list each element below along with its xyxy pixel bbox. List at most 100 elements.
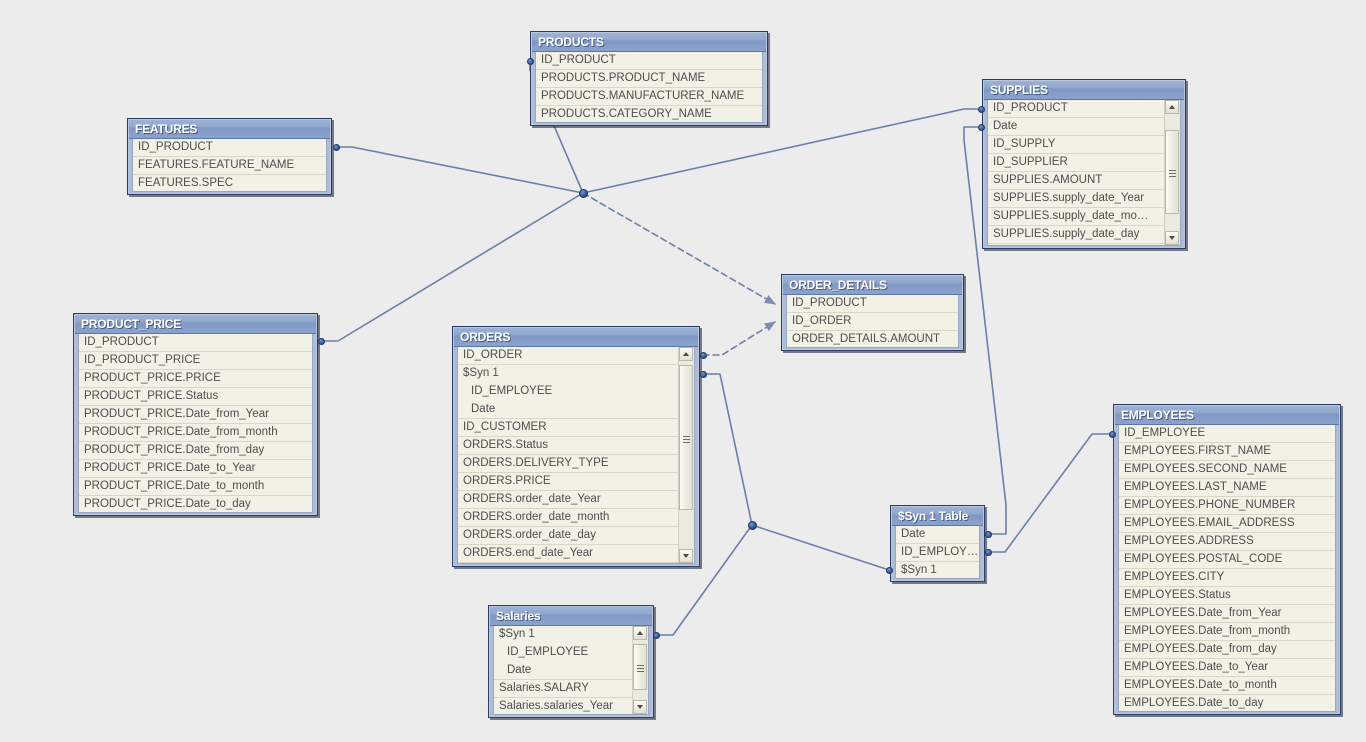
table-field-list[interactable]: ID_PRODUCT ID_ORDER ORDER_DETAILS.AMOUNT — [786, 295, 959, 348]
field-connector-dot[interactable] — [699, 370, 707, 378]
table-box-syn1table[interactable]: $Syn 1 Table Date ID_EMPLOY… $Syn 1 — [890, 505, 985, 582]
table-field-row[interactable]: EMPLOYEES.PHONE_NUMBER — [1119, 497, 1335, 515]
table-field-row[interactable]: ID_PRODUCT — [79, 334, 312, 352]
table-field-row[interactable]: Salaries.SALARY — [494, 680, 633, 698]
table-field-row[interactable]: Date — [458, 401, 679, 419]
table-field-row[interactable]: PRODUCT_PRICE.Status — [79, 388, 312, 406]
table-field-row[interactable]: ID_PRODUCT_PRICE — [79, 352, 312, 370]
table-field-row[interactable]: PRODUCTS.MANUFACTURER_NAME — [536, 88, 762, 106]
table-field-row[interactable]: ORDERS.end_date_Year — [458, 545, 679, 563]
scroll-up-arrow-icon[interactable] — [1165, 100, 1179, 114]
table-field-list[interactable]: Date ID_EMPLOY… $Syn 1 — [895, 526, 980, 579]
field-connector-dot[interactable] — [332, 143, 340, 151]
table-title[interactable]: Salaries — [490, 607, 652, 626]
table-title[interactable]: ORDERS — [454, 328, 698, 347]
table-field-row[interactable]: PRODUCTS.PRODUCT_NAME — [536, 70, 762, 88]
table-box-orders[interactable]: ORDERS ID_ORDER $Syn 1 ID_EMPLOYEE Date ID_CU… — [452, 326, 700, 567]
table-field-row[interactable]: FEATURES.SPEC — [133, 175, 326, 191]
table-field-row[interactable]: ID_CUSTOMER — [458, 419, 679, 437]
relationship-link[interactable] — [702, 373, 753, 526]
table-field-row[interactable]: $Syn 1 — [458, 365, 679, 383]
table-title[interactable]: PRODUCTS — [532, 33, 766, 52]
relationship-link[interactable] — [987, 433, 1113, 553]
field-connector-dot[interactable] — [699, 351, 707, 359]
table-field-row[interactable]: EMPLOYEES.FIRST_NAME — [1119, 443, 1335, 461]
table-box-order_details[interactable]: ORDER_DETAILS ID_PRODUCT ID_ORDER ORDER_DET… — [781, 274, 964, 351]
scrollbar-thumb[interactable] — [1165, 130, 1179, 214]
table-title[interactable]: $Syn 1 Table — [892, 507, 983, 526]
table-field-row[interactable]: ORDERS.DELIVERY_TYPE — [458, 455, 679, 473]
table-field-row[interactable]: PRODUCT_PRICE.Date_to_Year — [79, 460, 312, 478]
table-field-row[interactable]: Date — [988, 118, 1165, 136]
table-field-row[interactable]: PRODUCT_PRICE.Date_to_day — [79, 496, 312, 512]
relationship-link[interactable] — [702, 321, 776, 356]
table-field-row[interactable]: $Syn 1 — [896, 562, 979, 578]
relationship-link[interactable] — [320, 192, 584, 342]
table-box-employees[interactable]: EMPLOYEES ID_EMPLOYEE EMPLOYEES.FIRST_NAME… — [1113, 404, 1341, 715]
table-field-row[interactable]: EMPLOYEES.SECOND_NAME — [1119, 461, 1335, 479]
table-field-list[interactable]: $Syn 1 ID_EMPLOYEE Date Salaries.SALARY Sala… — [493, 626, 649, 715]
data-model-canvas[interactable]: PRODUCTS ID_PRODUCT PRODUCTS.PRODUCT_NAME P… — [0, 0, 1366, 742]
field-connector-dot[interactable] — [652, 631, 660, 639]
table-field-row[interactable]: SUPPLIES.AMOUNT — [988, 172, 1165, 190]
vertical-scrollbar[interactable] — [632, 626, 648, 714]
table-box-products[interactable]: PRODUCTS ID_PRODUCT PRODUCTS.PRODUCT_NAME P… — [530, 31, 768, 126]
table-field-row[interactable]: EMPLOYEES.Date_from_Year — [1119, 605, 1335, 623]
table-field-row[interactable]: ORDERS.Status — [458, 437, 679, 455]
table-field-row[interactable]: ID_SUPPLY — [988, 136, 1165, 154]
table-field-row[interactable]: ID_PRODUCT — [133, 139, 326, 157]
relationship-link[interactable] — [335, 146, 584, 194]
table-field-row[interactable]: FEATURES.FEATURE_NAME — [133, 157, 326, 175]
table-field-row[interactable]: ID_EMPLOYEE — [494, 644, 633, 662]
scrollbar-thumb[interactable] — [633, 644, 647, 690]
table-field-row[interactable]: SUPPLIES.supply_date_mo… — [988, 208, 1165, 226]
table-field-row[interactable]: ID_ORDER — [458, 347, 679, 365]
relationship-link[interactable] — [582, 192, 776, 305]
table-field-row[interactable]: PRODUCT_PRICE.Date_from_day — [79, 442, 312, 460]
scroll-up-arrow-icon[interactable] — [679, 347, 693, 361]
table-field-row[interactable]: ID_EMPLOYEE — [1119, 425, 1335, 443]
table-title[interactable]: FEATURES — [129, 120, 330, 139]
table-field-row[interactable]: EMPLOYEES.POSTAL_CODE — [1119, 551, 1335, 569]
table-field-row[interactable]: EMPLOYEES.LAST_NAME — [1119, 479, 1335, 497]
table-field-row[interactable]: EMPLOYEES.CITY — [1119, 569, 1335, 587]
table-field-row[interactable]: ORDERS.order_date_day — [458, 527, 679, 545]
table-field-row[interactable]: PRODUCT_PRICE.Date_to_month — [79, 478, 312, 496]
field-connector-dot[interactable] — [984, 548, 992, 556]
table-field-row[interactable]: EMPLOYEES.Date_to_Year — [1119, 659, 1335, 677]
field-connector-dot[interactable] — [977, 105, 985, 113]
table-field-row[interactable]: Date — [494, 662, 633, 680]
table-box-salaries[interactable]: Salaries $Syn 1 ID_EMPLOYEE Date Salaries.SA… — [488, 605, 654, 718]
table-field-row[interactable]: $Syn 1 — [494, 626, 633, 644]
field-connector-dot[interactable] — [317, 337, 325, 345]
table-field-list[interactable]: ID_PRODUCT PRODUCTS.PRODUCT_NAME PRODUCTS.… — [535, 52, 763, 123]
table-field-row[interactable]: PRODUCTS.CATEGORY_NAME — [536, 106, 762, 122]
table-field-list[interactable]: ID_PRODUCT ID_PRODUCT_PRICE PRODUCT_PRICE.… — [78, 334, 313, 513]
field-connector-dot[interactable] — [526, 57, 534, 65]
table-field-list[interactable]: ID_PRODUCT Date ID_SUPPLY ID_SUPPLIER SUPPLI… — [987, 100, 1181, 246]
table-field-row[interactable]: ID_PRODUCT — [988, 100, 1165, 118]
table-field-row[interactable]: EMPLOYEES.Status — [1119, 587, 1335, 605]
table-field-row[interactable]: ID_PRODUCT — [787, 295, 958, 313]
field-connector-dot[interactable] — [977, 123, 985, 131]
scroll-down-arrow-icon[interactable] — [1165, 231, 1179, 245]
table-field-row[interactable]: EMPLOYEES.Date_from_day — [1119, 641, 1335, 659]
table-field-list[interactable]: ID_EMPLOYEE EMPLOYEES.FIRST_NAME EMPLOYEES… — [1118, 425, 1336, 712]
table-field-row[interactable]: Date — [896, 526, 979, 544]
table-title[interactable]: SUPPLIES — [984, 81, 1184, 100]
link-junction-node[interactable] — [578, 188, 588, 198]
table-field-row[interactable]: PRODUCT_PRICE.Date_from_Year — [79, 406, 312, 424]
field-connector-dot[interactable] — [1108, 430, 1116, 438]
vertical-scrollbar[interactable] — [678, 347, 694, 563]
table-field-list[interactable]: ID_ORDER $Syn 1 ID_EMPLOYEE Date ID_CUSTOMER… — [457, 347, 695, 564]
table-field-row[interactable]: ID_EMPLOY… — [896, 544, 979, 562]
table-field-row[interactable]: ORDERS.PRICE — [458, 473, 679, 491]
field-connector-dot[interactable] — [984, 530, 992, 538]
relationship-link[interactable] — [751, 524, 890, 571]
table-field-row[interactable]: EMPLOYEES.Date_to_day — [1119, 695, 1335, 711]
table-field-row[interactable]: Salaries.salaries_Year — [494, 698, 633, 714]
table-field-row[interactable]: PRODUCT_PRICE.Date_from_month — [79, 424, 312, 442]
table-field-row[interactable]: ORDERS.order_date_month — [458, 509, 679, 527]
table-field-row[interactable]: ID_EMPLOYEE — [458, 383, 679, 401]
table-box-supplies[interactable]: SUPPLIES ID_PRODUCT Date ID_SUPPLY ID_SUPPLI… — [982, 79, 1186, 249]
